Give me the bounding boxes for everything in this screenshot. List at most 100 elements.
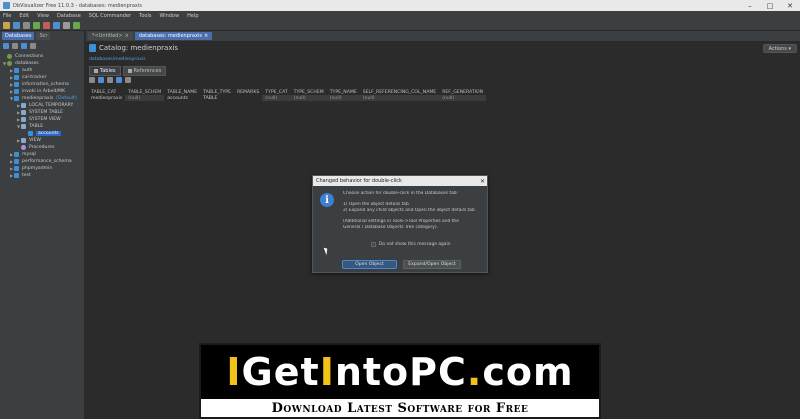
print-icon[interactable] (107, 77, 113, 83)
tree-item[interactable]: ▶ invoki in Arbeit/MK (0, 88, 84, 95)
tree-item[interactable]: Procedures (0, 144, 84, 151)
column-header[interactable]: TYPE_NAME (327, 89, 360, 95)
table-row[interactable]: medienpraxis (null) accounts TABLE (null) (nu… (88, 95, 487, 101)
logo-part: Get (241, 350, 320, 394)
tree-item-label: auth (22, 68, 33, 73)
column-header[interactable]: REMARKS (234, 89, 262, 95)
minimize-button[interactable]: – (740, 2, 760, 10)
tree-item[interactable]: ▼ databases (0, 60, 84, 67)
checkbox-box[interactable] (371, 242, 376, 247)
tree-item[interactable]: accounts (0, 130, 84, 137)
filter-icon[interactable] (12, 43, 18, 49)
actions-button[interactable]: Actions ▾ (762, 44, 797, 53)
tab-scripts[interactable]: Scr (36, 32, 51, 40)
table-cell[interactable]: (null) (326, 95, 360, 101)
close-icon[interactable]: × (204, 33, 208, 39)
menu-sql-commander[interactable]: SQL Commander (89, 13, 131, 19)
tree-item[interactable]: ▼ medienpraxis [Default] (0, 95, 84, 102)
column-header[interactable]: TYPE_SCHEM (291, 89, 327, 95)
connection-icon (7, 61, 12, 66)
expand-open-object-button[interactable]: Expand/Open Object (403, 260, 461, 269)
logo-part: nto (334, 350, 410, 394)
export-icon[interactable] (98, 77, 104, 83)
tree-item[interactable]: ▶ performance_schema (0, 158, 84, 165)
table-cell[interactable]: TABLE (200, 95, 234, 101)
sql-commander-icon[interactable] (53, 21, 60, 29)
column-header[interactable]: TABLE_SCHEM (125, 89, 164, 95)
menu-file[interactable]: File (3, 13, 11, 19)
table-cell[interactable]: accounts (164, 95, 200, 101)
editor-tab[interactable]: *<Untitled> × (88, 32, 133, 40)
tab-references[interactable]: References (122, 66, 167, 76)
tab-tables-label: Tables (100, 68, 116, 74)
table-cell[interactable] (234, 95, 262, 101)
column-header[interactable]: TABLE_TYPE (200, 89, 234, 95)
references-icon (127, 69, 132, 73)
tree-item[interactable]: ▶ cal-tracker (0, 74, 84, 81)
disconnect-icon[interactable] (43, 21, 50, 29)
menu-help[interactable]: Help (187, 13, 198, 19)
tab-tables[interactable]: Tables (89, 66, 121, 76)
menubar: File Edit View Database SQL Commander To… (0, 11, 800, 20)
editor-tab[interactable]: databases: medienpraxis × (134, 32, 213, 40)
folder-icon (21, 110, 26, 115)
default-badge: [Default] (56, 96, 77, 101)
tree-item[interactable]: ▶ LOCAL TEMPORARY (0, 102, 84, 109)
dialog-text-line: 2) Expand any child objects and Open the… (343, 208, 475, 213)
database-icon (14, 166, 19, 171)
menu-window[interactable]: Window (159, 13, 179, 19)
tree-item[interactable]: ▶ information_schema (0, 81, 84, 88)
tree-item[interactable]: ▶ auth (0, 67, 84, 74)
menu-view[interactable]: View (37, 13, 49, 19)
tree-item[interactable]: ▶ test (0, 172, 84, 179)
tree-item-label: LOCAL TEMPORARY (29, 103, 74, 108)
new-connection-icon[interactable] (3, 21, 10, 29)
table-cell[interactable]: (null) (125, 95, 165, 101)
table-cell[interactable]: (null) (262, 95, 291, 101)
open-object-button[interactable]: Open Object (342, 260, 397, 269)
refresh-icon[interactable] (89, 77, 95, 83)
database-icon (14, 89, 19, 94)
menu-tools[interactable]: Tools (139, 13, 151, 19)
tree-item-label: Connections (15, 54, 44, 59)
tree-item[interactable]: ▶ mysql (0, 151, 84, 158)
table-cell[interactable]: (null) (290, 95, 327, 101)
connect-icon[interactable] (33, 21, 40, 29)
dont-show-checkbox[interactable]: Do not show this message again (371, 242, 451, 247)
column-header[interactable]: TYPE_CAT (262, 89, 290, 95)
tree-item[interactable]: Connections (0, 53, 84, 60)
column-header[interactable]: SELF_REFERENCING_COL_NAME (360, 89, 439, 95)
tree-item[interactable]: ▶ phpmyadmin (0, 165, 84, 172)
tree-item[interactable]: ▼ TABLE (0, 123, 84, 130)
column-header[interactable]: REF_GENERATION (439, 89, 486, 95)
menu-edit[interactable]: Edit (19, 13, 29, 19)
close-window-button[interactable]: ✕ (780, 2, 800, 10)
create-connection-icon[interactable] (3, 43, 9, 49)
close-icon[interactable]: ✕ (478, 178, 487, 185)
table-cell[interactable]: (null) (359, 95, 440, 101)
breadcrumb[interactable]: databases/medienpraxis (89, 57, 145, 62)
table-cell[interactable]: (null) (439, 95, 487, 101)
search-icon[interactable] (30, 43, 36, 49)
info-icon: i (320, 193, 334, 207)
save-icon[interactable] (23, 21, 30, 29)
tree-item[interactable]: ▶ SYSTEM TABLE (0, 109, 84, 116)
run-icon[interactable] (73, 21, 80, 29)
table-cell[interactable]: medienpraxis (88, 95, 125, 101)
tree-item[interactable]: ▶ VIEW (0, 137, 84, 144)
logo-part: I (319, 350, 335, 394)
database-icon (14, 173, 19, 178)
folder-icon (21, 117, 26, 122)
tree-item[interactable]: ▶ SYSTEM VIEW (0, 116, 84, 123)
collapse-icon[interactable] (21, 43, 27, 49)
database-icon (14, 96, 19, 101)
filter-icon[interactable] (116, 77, 122, 83)
open-file-icon[interactable] (13, 21, 20, 29)
refresh-icon[interactable] (63, 21, 70, 29)
close-icon[interactable]: × (125, 33, 129, 39)
columns-icon[interactable] (125, 77, 131, 83)
menu-database[interactable]: Database (57, 13, 81, 19)
column-header[interactable]: TABLE_NAME (164, 89, 200, 95)
tab-databases[interactable]: Databases (2, 32, 35, 40)
maximize-button[interactable]: □ (760, 2, 780, 10)
